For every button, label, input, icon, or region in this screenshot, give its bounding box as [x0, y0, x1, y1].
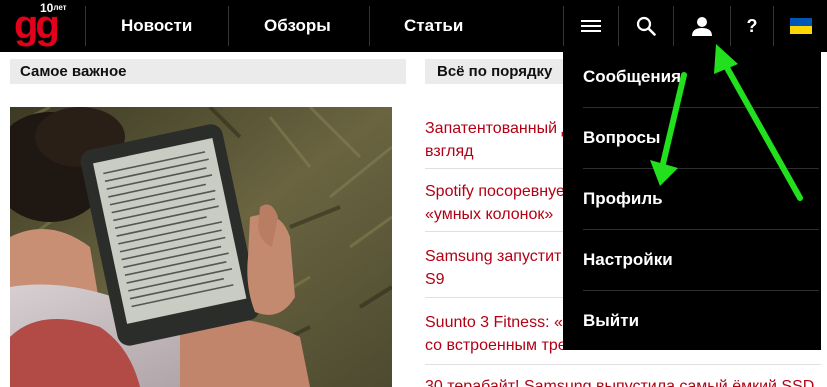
- nav-link-news[interactable]: Новости: [121, 0, 192, 52]
- featured-article-image[interactable]: [10, 107, 392, 387]
- menu-button[interactable]: [564, 0, 618, 52]
- site-logo[interactable]: gg 10лет: [0, 0, 82, 52]
- top-navigation-bar: gg 10лет Новости Обзоры Статьи ?: [0, 0, 827, 52]
- menu-item-messages[interactable]: Сообщения: [583, 47, 813, 107]
- search-button[interactable]: [619, 0, 673, 52]
- nav-link-reviews[interactable]: Обзоры: [264, 0, 331, 52]
- search-icon: [636, 16, 656, 36]
- news-title-line[interactable]: 30 терабайт! Samsung выпустила самый ёмк…: [425, 375, 821, 387]
- logo-badge-mark: лет: [53, 3, 67, 12]
- user-icon: [692, 17, 712, 36]
- menu-item-profile[interactable]: Профиль: [583, 169, 813, 229]
- logo-badge-number: 10: [40, 1, 54, 15]
- news-item[interactable]: 30 терабайт! Samsung выпустила самый ёмк…: [425, 375, 821, 387]
- nav-divider: [369, 6, 370, 46]
- news-divider: [425, 364, 821, 365]
- nav-divider: [85, 6, 86, 46]
- user-button[interactable]: [674, 0, 730, 52]
- help-icon[interactable]: ?: [731, 0, 773, 52]
- nav-link-articles[interactable]: Статьи: [404, 0, 463, 52]
- menu-item-logout[interactable]: Выйти: [583, 291, 813, 351]
- logo-anniversary-badge: 10лет: [40, 1, 67, 15]
- section-header-important: Самое важное: [10, 59, 406, 84]
- ereader-photo: [10, 107, 392, 387]
- nav-divider: [228, 6, 229, 46]
- menu-item-settings[interactable]: Настройки: [583, 230, 813, 290]
- menu-item-questions[interactable]: Вопросы: [583, 108, 813, 168]
- ukraine-flag-icon: [789, 18, 812, 34]
- language-button[interactable]: [774, 0, 827, 52]
- menu-icon: [581, 20, 601, 32]
- user-dropdown-menu: Сообщения Вопросы Профиль Настройки Выйт…: [563, 47, 821, 350]
